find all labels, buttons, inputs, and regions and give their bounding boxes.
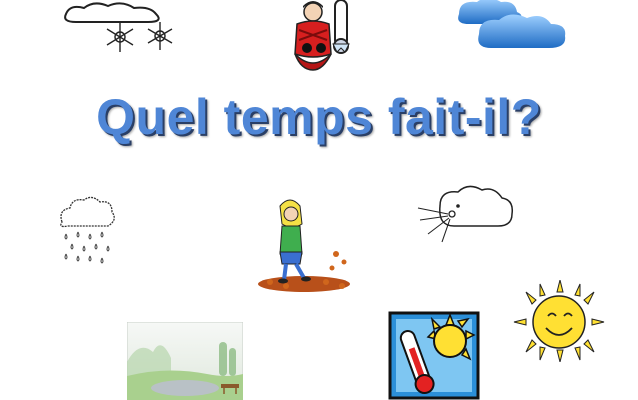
autumn-wind-girl-icon [258, 199, 350, 292]
snow-cloud-icon [64, 2, 173, 52]
foggy-landscape-image [127, 322, 243, 400]
smiling-sun-icon [513, 280, 605, 362]
page-title: Quel temps fait-il? [96, 89, 542, 145]
windy-cloud-face-icon [417, 185, 514, 243]
hot-thermometer-sun-icon [388, 311, 480, 400]
cold-person-thermometer-icon [294, 0, 350, 71]
rain-cloud-icon [60, 196, 115, 264]
blue-clouds-icon [458, 0, 566, 49]
